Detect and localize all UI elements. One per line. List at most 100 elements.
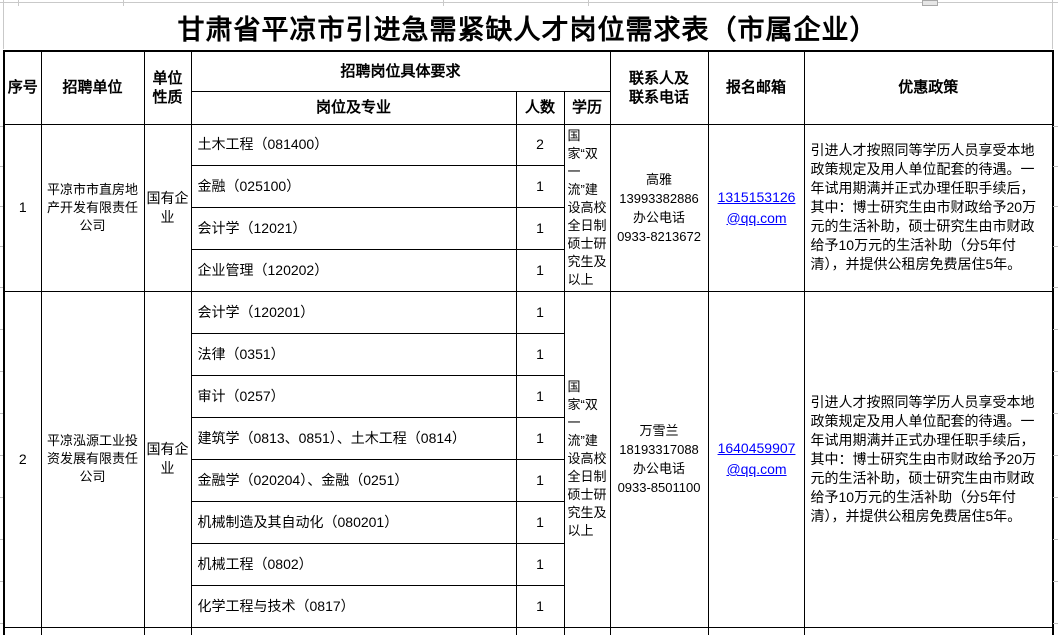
grid-tick [0,581,3,582]
empty-cell [804,627,1053,635]
position-cell: 建筑学（0813、0851）、土木工程（0814） [191,417,516,459]
policy-cell: 引进人才按照同等学历人员享受本地政策规定及用人单位配套的待遇。一年试用期满并正式… [804,124,1053,291]
grid-tick [1053,329,1058,330]
count-cell: 1 [516,208,564,250]
grid-tick [1053,455,1058,456]
grid-tick [1053,246,1058,247]
contact-line: 13993382886 [612,189,707,208]
grid-tick [18,0,19,6]
grid-tick [1053,539,1058,540]
count-cell: 1 [516,166,564,208]
contact-line: 0933-8213672 [612,227,707,246]
position-cell: 金融（025100） [191,166,516,208]
position-cell: 化学工程与技术（0817） [191,585,516,627]
grid-tick [0,497,3,498]
count-cell: 1 [516,459,564,501]
position-cell: 会计学（12021） [191,208,516,250]
position-cell: 企业管理（120202） [191,249,516,291]
col-header-position: 岗位及专业 [191,91,516,124]
email-link[interactable]: 1315153126@qq.com [712,187,802,229]
count-cell: 1 [516,375,564,417]
count-cell: 1 [516,333,564,375]
column-header-stub [922,0,938,6]
grid-tick [0,206,3,207]
col-header-serial: 序号 [4,51,41,124]
grid-tick [0,287,3,288]
count-cell: 1 [516,291,564,333]
col-header-requirements: 招聘岗位具体要求 [191,51,610,91]
position-cell: 会计学（120201） [191,291,516,333]
grid-tick [588,0,589,6]
position-cell: 法律（0351） [191,333,516,375]
gridline-right [1052,0,1053,49]
empty-cell [41,627,144,635]
grid-tick [443,0,444,6]
contact-cell: 高雅13993382886办公电话0933-8213672 [610,124,708,291]
contact-line: 0933-8501100 [612,478,707,497]
position-cell: 机械制造及其自动化（080201） [191,501,516,543]
grid-tick [1053,581,1058,582]
table-row: 2平凉泓源工业投资发展有限责任公司国有企业会计学（120201）1国家“双一流”… [4,291,1053,333]
serial-cell: 1 [4,124,41,291]
nature-cell: 国有企业 [144,124,191,291]
count-cell: 2 [516,124,564,166]
grid-tick [1053,413,1058,414]
col-header-employer: 招聘单位 [41,51,144,124]
col-header-count: 人数 [516,91,564,124]
gridline-top [0,2,1058,3]
grid-tick [0,413,3,414]
grid-tick [0,329,3,330]
grid-tick [0,126,3,127]
grid-tick [0,539,3,540]
grid-tick [0,623,3,624]
count-cell: 1 [516,501,564,543]
contact-line: 高雅 [612,170,707,189]
contact-line: 18193317088 [612,440,707,459]
education-cell: 国家“双一流”建设高校全日制硕士研究生及以上 [564,124,610,291]
col-header-education: 学历 [564,91,610,124]
contact-line: 办公电话 [612,208,707,227]
col-header-policy: 优惠政策 [804,51,1053,124]
page-title: 甘肃省平凉市引进急需紧缺人才岗位需求表（市属企业） [3,8,1052,47]
position-cell: 审计（0257） [191,375,516,417]
email-cell: 1640459907@qq.com [708,291,804,627]
grid-tick [1053,497,1058,498]
position-cell: 机械工程（0802） [191,543,516,585]
count-cell: 1 [516,417,564,459]
grid-tick [1053,166,1058,167]
job-table-body: 1平凉市市直房地产开发有限责任公司国有企业土木工程（081400）2国家“双一流… [4,124,1053,635]
empty-cell [610,627,708,635]
col-header-email: 报名邮箱 [708,51,804,124]
grid-tick [1053,126,1058,127]
empty-cell [191,627,516,635]
col-header-contact: 联系人及联系电话 [610,51,708,124]
grid-tick [123,0,124,6]
grid-tick [1053,287,1058,288]
count-cell: 1 [516,543,564,585]
position-cell: 金融学（020204）、金融（0251） [191,459,516,501]
grid-tick [1053,206,1058,207]
grid-tick [0,371,3,372]
spreadsheet-sheet: 甘肃省平凉市引进急需紧缺人才岗位需求表（市属企业） 序号 招聘单位 单位性质 招… [0,0,1058,635]
count-cell: 1 [516,249,564,291]
grid-tick [0,166,3,167]
empty-cell [564,627,610,635]
email-link[interactable]: 1640459907@qq.com [712,438,802,480]
grid-tick [0,246,3,247]
grid-tick [1053,623,1058,624]
empty-cell [516,627,564,635]
contact-line: 办公电话 [612,459,707,478]
employer-cell: 平凉市市直房地产开发有限责任公司 [41,124,144,291]
count-cell: 1 [516,585,564,627]
contact-cell: 万雪兰18193317088办公电话0933-8501100 [610,291,708,627]
empty-cell [144,627,191,635]
education-cell: 国家“双一流”建设高校全日制硕士研究生及以上 [564,291,610,627]
grid-tick [1053,371,1058,372]
job-demand-table: 序号 招聘单位 单位性质 招聘岗位具体要求 联系人及联系电话 报名邮箱 优惠政策… [3,50,1054,635]
nature-cell: 国有企业 [144,291,191,627]
empty-cell [708,627,804,635]
email-cell: 1315153126@qq.com [708,124,804,291]
grid-tick [0,455,3,456]
contact-line: 万雪兰 [612,421,707,440]
table-header: 序号 招聘单位 单位性质 招聘岗位具体要求 联系人及联系电话 报名邮箱 优惠政策… [4,51,1053,124]
